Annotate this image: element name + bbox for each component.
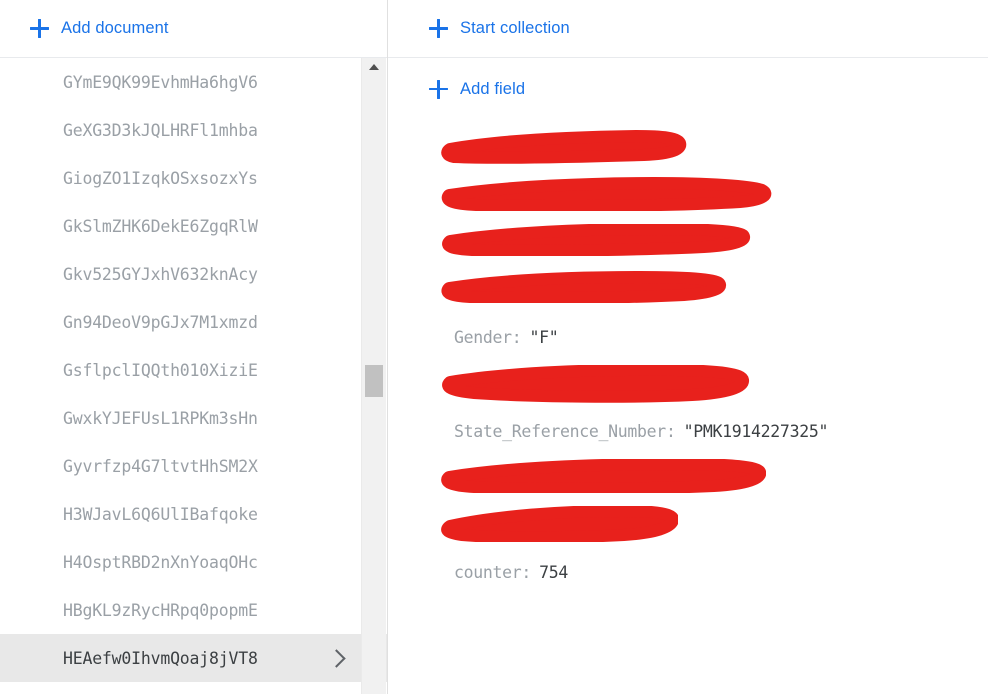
document-id-label: Gkv525GYJxhV632knAcy	[63, 264, 258, 284]
field-key-label: State_Reference_Number:	[454, 422, 676, 441]
redaction-mark	[440, 506, 678, 542]
documents-panel-header: Add document	[0, 0, 387, 58]
detail-panel-header: Start collection	[388, 0, 988, 58]
field-value-label: 754	[539, 563, 568, 582]
triangle-up-icon[interactable]	[362, 58, 386, 75]
document-field-row[interactable]: Gender: "F"	[454, 314, 988, 361]
document-list[interactable]: GYmE9QK99EvhmHa6hgV6 GeXG3D3kJQLHRFl1mhba…	[0, 58, 387, 694]
redaction-mark	[440, 459, 766, 493]
redaction-mark	[440, 271, 728, 303]
plus-icon	[429, 19, 448, 38]
document-id-label: H3WJavL6Q6UlIBafqoke	[63, 504, 258, 524]
document-field-row[interactable]: State_Reference_Number: "PMK1914227325"	[454, 408, 988, 455]
scrollbar-thumb[interactable]	[365, 365, 383, 397]
start-collection-label: Start collection	[460, 19, 570, 38]
add-document-button[interactable]: Add document	[30, 19, 169, 38]
document-list-item[interactable]: GiogZO1IzqkOSxsozxYs	[0, 154, 387, 202]
document-list-item[interactable]: GwxkYJEFUsL1RPKm3sHn	[0, 394, 387, 442]
document-list-item[interactable]: GkSlmZHK6DekE6ZgqRlW	[0, 202, 387, 250]
document-field-row-redacted[interactable]	[441, 455, 988, 502]
redaction-mark	[440, 224, 753, 256]
add-field-label: Add field	[460, 79, 526, 98]
redaction-mark	[440, 130, 690, 164]
document-id-label: GYmE9QK99EvhmHa6hgV6	[63, 72, 258, 92]
document-id-label: GiogZO1IzqkOSxsozxYs	[63, 168, 258, 188]
plus-icon	[30, 19, 49, 38]
document-list-item[interactable]: HEAefw0IhvmQoaj8jVT8	[0, 634, 387, 682]
field-value-label: "PMK1914227325"	[683, 422, 829, 441]
document-field-row-redacted[interactable]	[442, 361, 988, 408]
document-id-label: Gyvrfzp4G7ltvtHhSM2X	[63, 456, 258, 476]
field-key-label: Gender:	[454, 328, 522, 347]
chevron-right-icon	[327, 648, 346, 668]
add-field-bar: Add field	[388, 58, 988, 120]
document-id-label: Gn94DeoV9pGJx7M1xmzd	[63, 312, 258, 332]
document-id-label: GeXG3D3kJQLHRFl1mhba	[63, 120, 258, 140]
field-list: Gender: "F" State_Reference_Number: "PMK191…	[388, 120, 988, 596]
redaction-mark	[440, 177, 772, 211]
firestore-console: Add document GYmE9QK99EvhmHa6hgV6 GeXG3D3…	[0, 0, 988, 694]
document-id-label: GkSlmZHK6DekE6ZgqRlW	[63, 216, 258, 236]
document-id-label: HBgKL9zRycHRpq0popmE	[63, 600, 258, 620]
document-id-label: GwxkYJEFUsL1RPKm3sHn	[63, 408, 258, 428]
field-key-label: counter:	[454, 563, 532, 582]
document-list-item[interactable]: GeXG3D3kJQLHRFl1mhba	[0, 106, 387, 154]
documents-panel: Add document GYmE9QK99EvhmHa6hgV6 GeXG3D3…	[0, 0, 388, 694]
document-list-item[interactable]: H3WJavL6Q6UlIBafqoke	[0, 490, 387, 538]
document-list-item[interactable]: HBgKL9zRycHRpq0popmE	[0, 586, 387, 634]
documents-scrollbar[interactable]	[361, 58, 386, 694]
add-document-label: Add document	[61, 19, 169, 38]
document-list-item[interactable]: GYmE9QK99EvhmHa6hgV6	[0, 58, 387, 106]
document-list-item[interactable]: Gn94DeoV9pGJx7M1xmzd	[0, 298, 387, 346]
document-id-label: GsflpclIQQth010XiziE	[63, 360, 258, 380]
field-value-label: "F"	[529, 328, 559, 347]
document-detail-panel: Start collection Add field Gender: "F" Sta…	[388, 0, 988, 694]
document-field-row-redacted[interactable]	[441, 502, 988, 549]
document-list-item[interactable]: Gkv525GYJxhV632knAcy	[0, 250, 387, 298]
document-id-label: HEAefw0IhvmQoaj8jVT8	[63, 648, 258, 668]
document-id-label: H4OsptRBD2nXnYoaqOHc	[63, 552, 258, 572]
plus-icon	[429, 79, 448, 99]
add-field-button[interactable]: Add field	[429, 79, 526, 99]
document-list-item[interactable]: Gyvrfzp4G7ltvtHhSM2X	[0, 442, 387, 490]
document-field-row[interactable]: counter: 754	[454, 549, 988, 596]
redaction-mark	[440, 365, 750, 403]
start-collection-button[interactable]: Start collection	[429, 19, 570, 38]
document-field-row-redacted[interactable]	[441, 267, 988, 314]
document-list-item[interactable]: H4OsptRBD2nXnYoaqOHc	[0, 538, 387, 586]
document-field-row-redacted[interactable]	[442, 220, 988, 267]
document-list-item[interactable]: GsflpclIQQth010XiziE	[0, 346, 387, 394]
document-field-row-redacted[interactable]	[441, 173, 988, 220]
document-field-row-redacted[interactable]	[441, 126, 988, 173]
